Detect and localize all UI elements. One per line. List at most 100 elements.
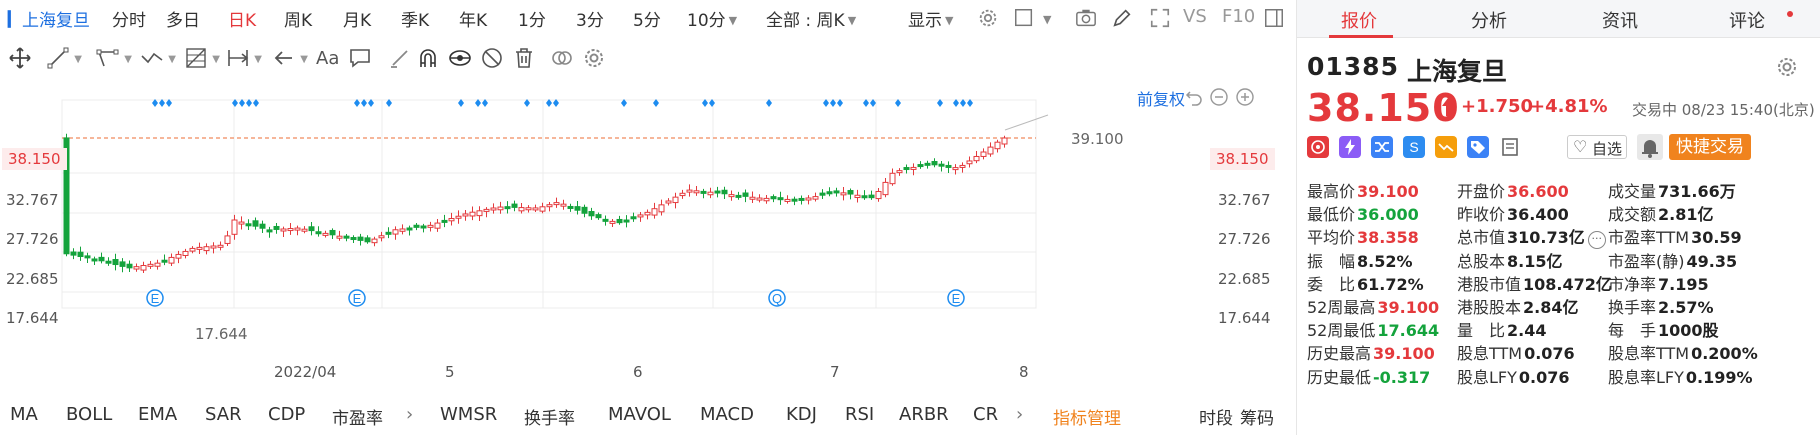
kline-chart-area[interactable]: E E Q E 前复权 38.150 38.150 32.767 27.726 22.… bbox=[0, 80, 1292, 395]
text-tool-icon[interactable]: Aa bbox=[316, 48, 342, 72]
chips-button[interactable]: 筹码 bbox=[1240, 404, 1274, 429]
tag-icon[interactable] bbox=[1467, 136, 1489, 158]
indicator-wmsr[interactable]: WMSR bbox=[440, 404, 497, 425]
candle-body bbox=[315, 231, 322, 235]
dollar-icon[interactable]: S bbox=[1403, 136, 1425, 158]
tab-analysis[interactable]: 分析 bbox=[1471, 7, 1507, 33]
candle-body bbox=[749, 196, 756, 200]
period-tab-multiday[interactable]: 多日 bbox=[166, 6, 200, 31]
line-segment-icon[interactable]: ▼ bbox=[46, 46, 82, 70]
period-tab-monthly[interactable]: 月K bbox=[343, 6, 371, 31]
indicator-boll[interactable]: BOLL bbox=[66, 404, 112, 425]
lightning-icon[interactable] bbox=[1339, 136, 1361, 158]
chevron-right-icon[interactable]: › bbox=[406, 404, 413, 425]
candle-body bbox=[931, 161, 938, 166]
camera-icon[interactable] bbox=[1074, 7, 1098, 29]
indicator-pe[interactable]: 市盈率 bbox=[332, 404, 383, 429]
vs-compare-button[interactable]: VS bbox=[1183, 6, 1207, 27]
tab-quote[interactable]: 报价 bbox=[1341, 7, 1377, 33]
trend-icon[interactable] bbox=[1435, 136, 1457, 158]
period-tab-intraday[interactable]: 分时 bbox=[112, 6, 146, 31]
eye-lock-icon[interactable] bbox=[448, 46, 474, 70]
layout-square-icon[interactable] bbox=[1012, 7, 1036, 29]
indicator-cr[interactable]: CR bbox=[973, 404, 998, 425]
fullscreen-icon[interactable] bbox=[1148, 7, 1172, 29]
wave-tool-icon[interactable]: ▼ bbox=[140, 46, 176, 70]
candle-body bbox=[259, 223, 266, 229]
period-tab-weekly[interactable]: 周K bbox=[284, 6, 312, 31]
shuffle-icon[interactable] bbox=[1371, 136, 1393, 158]
watchlist-label: 自选 bbox=[1592, 140, 1623, 158]
session-button[interactable]: 时段 bbox=[1199, 404, 1233, 429]
candle-body bbox=[630, 216, 637, 220]
heart-icon: ♡ bbox=[1573, 137, 1588, 156]
indicator-ma[interactable]: MA bbox=[10, 404, 38, 425]
period-tab-daily[interactable]: 日K bbox=[228, 6, 256, 31]
bookmark-list-icon[interactable] bbox=[1499, 136, 1521, 158]
tab-comments[interactable]: 评论 bbox=[1729, 7, 1765, 33]
panel-settings-gear-icon[interactable] bbox=[1775, 55, 1799, 79]
menu-edge-icon[interactable] bbox=[0, 8, 11, 30]
f10-button[interactable]: F10 bbox=[1222, 6, 1255, 27]
zoom-in-icon[interactable] bbox=[1236, 88, 1254, 106]
indicator-macd[interactable]: MACD bbox=[700, 404, 754, 425]
arrow-left-icon[interactable]: ▼ bbox=[272, 46, 308, 70]
alert-bell-icon[interactable] bbox=[1637, 134, 1663, 160]
fibonacci-tool-icon[interactable]: ▼ bbox=[184, 46, 220, 70]
period-tab-quarterly[interactable]: 季K bbox=[401, 6, 429, 31]
candle-body bbox=[91, 258, 98, 262]
indicator-ema[interactable]: EMA bbox=[138, 404, 177, 425]
chevron-right-icon[interactable]: › bbox=[1016, 404, 1023, 425]
indicator-turnover[interactable]: 换手率 bbox=[524, 404, 575, 429]
drawing-settings-gear-icon[interactable] bbox=[582, 46, 608, 70]
indicator-manage-button[interactable]: 指标管理 bbox=[1053, 404, 1121, 429]
candle-body bbox=[245, 223, 252, 227]
trading-status: 交易中 08/23 15:40(北京) bbox=[1632, 101, 1815, 119]
chevron-down-icon[interactable]: ▼ bbox=[1043, 13, 1051, 26]
magnet-icon[interactable] bbox=[416, 46, 442, 70]
quote-stat-col2: 港股市值 108.472亿 bbox=[1457, 271, 1612, 295]
sidebar-toggle-icon[interactable] bbox=[1262, 7, 1286, 29]
undo-icon[interactable] bbox=[1185, 88, 1203, 106]
measure-range-icon[interactable]: ▼ bbox=[226, 46, 262, 70]
y-tick-right: 32.767 bbox=[1218, 191, 1271, 209]
tab-news[interactable]: 资讯 bbox=[1602, 7, 1638, 33]
move-crosshair-icon[interactable] bbox=[8, 46, 34, 70]
adjust-forward-button[interactable]: 前复权 bbox=[1137, 86, 1185, 110]
period-tab-10min[interactable]: 10分 ▼ bbox=[687, 6, 737, 31]
add-watchlist-button[interactable]: ♡ 自选 bbox=[1567, 135, 1627, 159]
candle-body bbox=[665, 200, 672, 204]
quote-stat-value: 38.358 bbox=[1357, 228, 1419, 248]
quote-stat-col1: 52周最低 17.644 bbox=[1307, 317, 1439, 341]
channel-tool-icon[interactable]: ▼ bbox=[96, 46, 132, 70]
indicator-arbr[interactable]: ARBR bbox=[899, 404, 949, 425]
trash-icon[interactable] bbox=[512, 46, 538, 70]
eraser-line-icon[interactable] bbox=[388, 46, 414, 70]
indicator-rsi[interactable]: RSI bbox=[845, 404, 874, 425]
indicator-kdj[interactable]: KDJ bbox=[786, 404, 817, 425]
period-tab-3min[interactable]: 3分 bbox=[576, 6, 604, 31]
more-options-icon[interactable]: ··· bbox=[1587, 231, 1606, 250]
kline-chart-svg[interactable]: EEQE bbox=[0, 80, 1292, 395]
stock-name-link[interactable]: 上海复旦 bbox=[22, 6, 90, 31]
period-tab-5min[interactable]: 5分 bbox=[633, 6, 661, 31]
comment-bubble-icon[interactable] bbox=[348, 46, 374, 70]
quote-stat-value: 2.81亿 bbox=[1658, 205, 1714, 225]
period-tab-yearly[interactable]: 年K bbox=[459, 6, 487, 31]
candle-body bbox=[574, 206, 581, 211]
settings-gear-icon[interactable] bbox=[976, 7, 1000, 29]
display-menu[interactable]: 显示 ▼ bbox=[908, 6, 953, 31]
candle-body bbox=[567, 205, 574, 209]
period-tab-1min[interactable]: 1分 bbox=[518, 6, 546, 31]
overlay-compare-icon[interactable] bbox=[550, 46, 576, 70]
range-select[interactable]: 全部 : 周K ▼ bbox=[766, 6, 856, 31]
indicator-sar[interactable]: SAR bbox=[205, 404, 242, 425]
indicator-cdp[interactable]: CDP bbox=[268, 404, 305, 425]
pencil-icon[interactable] bbox=[1110, 7, 1134, 29]
zoom-out-icon[interactable] bbox=[1210, 88, 1228, 106]
quick-trade-button[interactable]: 快捷交易 bbox=[1669, 134, 1751, 160]
hide-drawings-icon[interactable] bbox=[480, 46, 506, 70]
indicator-mavol[interactable]: MAVOL bbox=[608, 404, 671, 425]
chevron-down-icon: ▼ bbox=[728, 14, 738, 27]
hk-flower-icon[interactable] bbox=[1307, 136, 1329, 158]
